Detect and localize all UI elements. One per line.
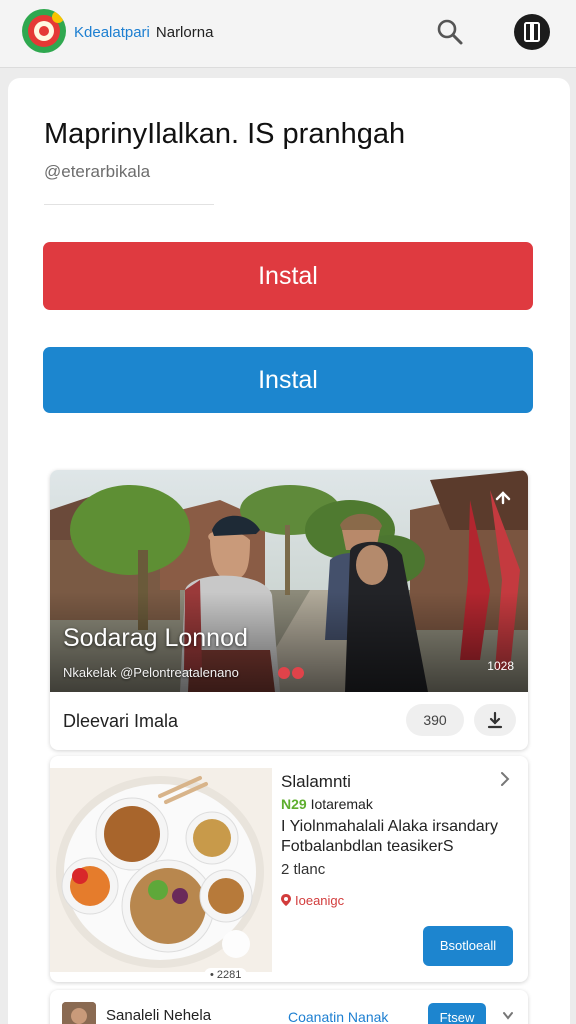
brand-primary-text: Kdealatpari (74, 24, 150, 41)
image-badge: • 2281 (204, 968, 248, 982)
share-icon[interactable] (490, 484, 516, 510)
food-location[interactable]: Ioeanigc (281, 893, 344, 908)
location-pin-icon (281, 894, 291, 906)
bottom-item-title: Sanaleli Nehela (106, 1007, 212, 1024)
install-button-blue[interactable]: Instal (43, 347, 533, 413)
heart-icon (292, 667, 304, 679)
page-subtitle: @eterarbikala (44, 162, 151, 181)
food-action-button[interactable]: Bsotloeall (423, 926, 513, 966)
food-price-rest: Iotaremak (310, 796, 373, 812)
reaction-icons (278, 666, 306, 684)
video-card[interactable]: Sodarag Lonnod Nkakelak @Pelontreatalena… (50, 470, 528, 750)
video-footer-label: Dleevari Imala (63, 711, 179, 731)
install-button-red[interactable]: Instal (43, 242, 533, 310)
bottom-list-item[interactable]: Sanaleli Nehela Coanatin Nanak Ftsew (50, 990, 528, 1024)
video-thumbnail[interactable]: Sodarag Lonnod Nkakelak @Pelontreatalena… (50, 470, 528, 692)
chevron-down-icon[interactable] (502, 1008, 514, 1024)
top-app-bar: Kdealatpari Narlorna (0, 0, 576, 68)
food-price: N29 Iotaremak (281, 796, 373, 812)
video-channel-meta: Nkakelak @Pelontreatalenano (63, 665, 239, 680)
app-menu-icon[interactable] (514, 14, 550, 50)
app-logo-icon[interactable] (22, 9, 66, 53)
chevron-right-icon[interactable] (498, 770, 512, 788)
brand-name[interactable]: Kdealatpari Narlorna (74, 24, 213, 41)
food-description-line2: Fotbalanbdlan teasikerS (281, 838, 454, 855)
bottom-item-link[interactable]: Coanatin Nanak (288, 1009, 388, 1024)
heart-icon (278, 667, 290, 679)
food-platter-image[interactable]: • 2281 (50, 768, 272, 982)
page-title: MaprinyIlalkan. IS pranhgah (44, 118, 406, 150)
views-count-pill[interactable]: 390 (406, 704, 464, 736)
food-listing-card[interactable]: • 2281 Slalamnti N29 Iotaremak I Yiolnma… (50, 756, 528, 982)
bottom-item-button[interactable]: Ftsew (428, 1003, 486, 1024)
avatar (62, 1002, 96, 1024)
food-title: Slalamnti (281, 772, 351, 791)
video-duration: 1028 (487, 659, 514, 673)
title-divider (44, 204, 214, 205)
food-description-line1: I Yiolnmahalali Alaka irsandary (281, 818, 499, 835)
food-count: 2 tlanc (281, 861, 326, 878)
food-price-highlight: N29 (281, 796, 307, 812)
video-title: Sodarag Lonnod (63, 624, 248, 652)
download-icon[interactable] (474, 704, 516, 736)
food-location-text: Ioeanigc (295, 893, 345, 908)
search-icon[interactable] (434, 16, 466, 48)
brand-secondary-text: Narlorna (155, 24, 214, 41)
